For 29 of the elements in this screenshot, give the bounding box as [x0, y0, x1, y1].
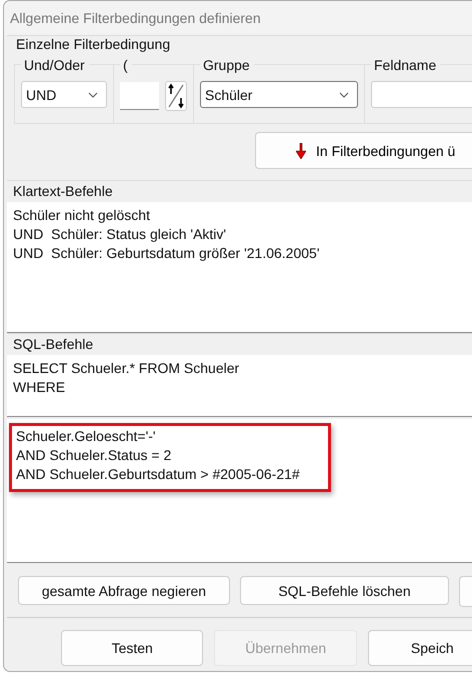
sql-condition-area[interactable]: Schueler.Geloescht='-' AND Schueler.Status = 2 AND Schueler.Geburtsdatum > #2005-06-21#: [7, 419, 472, 563]
chevron-down-icon: [339, 92, 349, 98]
text-line: UND Schüler: Geburtsdatum größer '21.06.2005': [13, 244, 320, 263]
plain-text-area[interactable]: Schüler nicht gelöscht UND Schüler: Status gleich 'Aktiv' UND Schüler: Geburtsdatum größer '21.06.2005': [7, 202, 472, 333]
code-line: SELECT Schueler.* FROM Schueler: [13, 359, 240, 378]
action-button[interactable]: gesamte Abfrage negieren: [18, 576, 230, 605]
field-dropdown[interactable]: [371, 81, 472, 108]
dialog-button[interactable]: Testen: [61, 630, 204, 666]
code-line: AND Schueler.Geburtsdatum > #2005-06-21#: [16, 465, 300, 484]
code-line: WHERE: [13, 378, 66, 397]
text-line: Schüler nicht gelöscht: [13, 206, 151, 225]
arrow-down-icon: [296, 142, 306, 158]
text-line: UND Schüler: Status gleich 'Aktiv': [13, 225, 228, 244]
logic-dropdown[interactable]: UND: [21, 81, 107, 108]
section-title: SQL-Befehle: [12, 335, 94, 354]
swap-button[interactable]: [165, 81, 187, 111]
action-button[interactable]: SQL-Befehle löschen: [240, 576, 449, 605]
group-dropdown[interactable]: Schüler: [200, 81, 358, 108]
add-to-filter-button[interactable]: In Filterbedingungen ü: [255, 132, 472, 169]
window-title: Allgemeine Filterbedingungen definieren: [10, 10, 261, 26]
sql-header-area[interactable]: SELECT Schueler.* FROM Schueler WHERE: [7, 355, 472, 417]
section-title: Klartext-Befehle: [12, 182, 114, 201]
swap-arrows-icon: [167, 83, 185, 109]
code-line: AND Schueler.Status = 2: [16, 446, 172, 465]
code-line: Schueler.Geloescht='-': [16, 427, 157, 446]
bracket-input[interactable]: [120, 82, 159, 110]
dialog-button[interactable]: Speich: [368, 630, 472, 666]
group-title: Einzelne Filterbedingung: [15, 36, 172, 52]
chevron-down-icon: [88, 92, 98, 98]
